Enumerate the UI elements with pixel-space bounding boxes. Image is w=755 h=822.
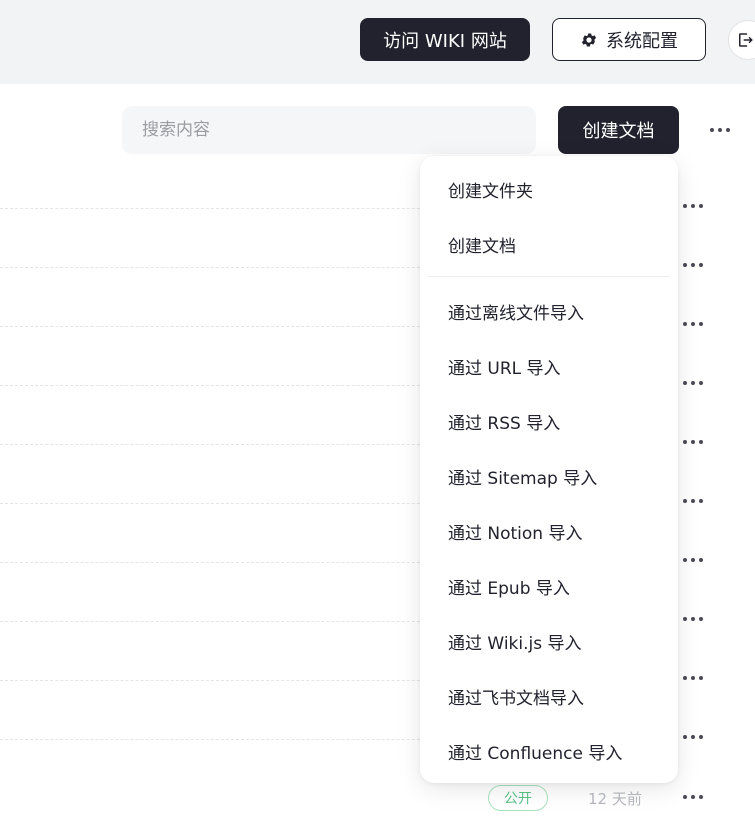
row-more-button[interactable] [676, 491, 710, 511]
menu-item-create-folder[interactable]: 创建文件夹 [420, 169, 678, 209]
create-document-button[interactable]: 创建文档 [558, 106, 679, 154]
menu-item-import-notion[interactable]: 通过 Notion 导入 [420, 511, 678, 551]
menu-item-import-epub[interactable]: 通过 Epub 导入 [420, 566, 678, 606]
system-config-label: 系统配置 [606, 30, 678, 52]
menu-item-import-feishu[interactable]: 通过飞书文档导入 [420, 676, 678, 716]
visit-wiki-button[interactable]: 访问 WIKI 网站 [360, 18, 530, 61]
search-input[interactable] [122, 106, 536, 154]
row-divider [0, 680, 480, 681]
create-dropdown-menu: 创建文件夹 创建文档 通过离线文件导入 通过 URL 导入 通过 RSS 导入 … [420, 156, 678, 783]
row-more-button[interactable] [676, 314, 710, 334]
row-divider [0, 444, 480, 445]
more-options-button[interactable] [702, 115, 738, 145]
more-dots-icon [683, 617, 703, 621]
menu-item-import-offline-file[interactable]: 通过离线文件导入 [420, 291, 678, 331]
row-divider [0, 562, 480, 563]
more-dots-icon [683, 499, 703, 503]
logout-button[interactable] [728, 20, 755, 60]
menu-item-import-url[interactable]: 通过 URL 导入 [420, 346, 678, 386]
menu-item-import-wikijs[interactable]: 通过 Wiki.js 导入 [420, 621, 678, 661]
menu-item-create-document[interactable]: 创建文档 [420, 224, 678, 264]
more-dots-icon [683, 558, 703, 562]
visibility-badge: 公开 [488, 785, 548, 811]
top-header-bar: 访问 WIKI 网站 系统配置 [0, 0, 755, 84]
row-more-button[interactable] [676, 196, 710, 216]
menu-item-import-confluence[interactable]: 通过 Confluence 导入 [420, 731, 678, 771]
row-more-button[interactable] [676, 787, 710, 807]
more-dots-icon [683, 322, 703, 326]
row-divider [0, 621, 480, 622]
row-divider [0, 503, 480, 504]
menu-item-import-rss[interactable]: 通过 RSS 导入 [420, 401, 678, 441]
row-divider [0, 326, 480, 327]
row-divider [0, 739, 480, 740]
more-dots-icon [683, 735, 703, 739]
more-dots-icon [683, 440, 703, 444]
row-divider [0, 208, 480, 209]
create-document-label: 创建文档 [582, 121, 655, 142]
row-divider [0, 385, 480, 386]
row-divider [0, 267, 480, 268]
visit-wiki-label: 访问 WIKI 网站 [383, 30, 507, 52]
menu-divider [428, 276, 670, 277]
logout-icon [736, 31, 754, 49]
more-dots-icon [683, 795, 703, 799]
more-dots-icon [683, 204, 703, 208]
row-more-button[interactable] [676, 550, 710, 570]
row-more-button[interactable] [676, 668, 710, 688]
row-more-button[interactable] [676, 373, 710, 393]
row-more-button[interactable] [676, 255, 710, 275]
system-config-button[interactable]: 系统配置 [552, 18, 706, 61]
row-more-button[interactable] [676, 727, 710, 747]
gear-icon [580, 31, 598, 49]
menu-item-import-sitemap[interactable]: 通过 Sitemap 导入 [420, 456, 678, 496]
more-dots-icon [683, 381, 703, 385]
updated-time: 12 天前 [588, 790, 642, 808]
more-dots-icon [710, 128, 730, 132]
row-more-button[interactable] [676, 609, 710, 629]
row-more-button[interactable] [676, 432, 710, 452]
more-dots-icon [683, 263, 703, 267]
more-dots-icon [683, 676, 703, 680]
